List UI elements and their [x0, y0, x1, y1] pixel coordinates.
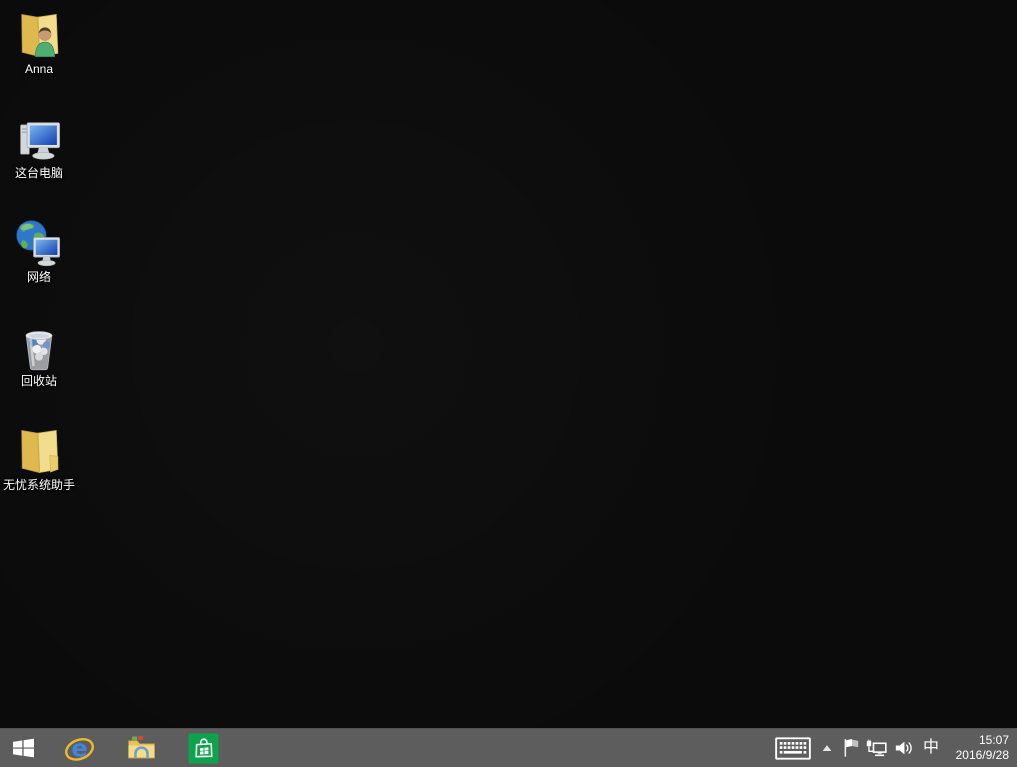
touch-keyboard-button[interactable]: [770, 729, 816, 767]
clock-time: 15:07: [979, 733, 1009, 748]
desktop-icon-label: 回收站: [21, 375, 57, 388]
network-status-button[interactable]: [863, 729, 890, 767]
this-pc-icon: [12, 112, 66, 166]
network-globe-icon: [12, 216, 66, 270]
windows-store-icon: [188, 733, 219, 764]
desktop-icon-label: 网络: [27, 271, 51, 284]
start-button[interactable]: [0, 729, 48, 767]
network-icon: [865, 739, 888, 758]
clock[interactable]: 15:07 2016/9/28: [945, 729, 1011, 767]
desktop-icon-label: Anna: [25, 63, 53, 76]
show-hidden-icons-button[interactable]: [816, 729, 838, 767]
desktop-icon-anna[interactable]: Anna: [0, 8, 78, 76]
desktop-icon-wuyou-folder[interactable]: 无忧系统助手: [0, 424, 78, 492]
taskbar-store-button[interactable]: [172, 729, 234, 767]
desktop-icon-this-pc[interactable]: 这台电脑: [0, 112, 78, 180]
clock-date: 2016/9/28: [956, 748, 1009, 763]
windows-logo-icon: [10, 735, 37, 761]
speaker-icon: [894, 739, 914, 757]
taskbar-app-area: e: [0, 729, 234, 767]
action-center-button[interactable]: [838, 729, 863, 767]
recycle-bin-icon: [12, 320, 66, 374]
desktop-icon-network[interactable]: 网络: [0, 216, 78, 284]
taskbar-internet-explorer-button[interactable]: e: [48, 729, 110, 767]
taskbar-file-explorer-button[interactable]: [110, 729, 172, 767]
ime-indicator-button[interactable]: 中: [917, 729, 945, 767]
user-folder-icon: [12, 8, 66, 62]
desktop-icon-label: 无忧系统助手: [3, 479, 75, 492]
file-explorer-icon: [126, 733, 157, 764]
desktop[interactable]: Anna 这台电脑: [0, 0, 1017, 767]
volume-button[interactable]: [890, 729, 917, 767]
taskbar: e: [0, 728, 1017, 767]
svg-text:e: e: [71, 734, 87, 762]
desktop-icon-recycle-bin[interactable]: 回收站: [0, 320, 78, 388]
ime-language-label: 中: [923, 740, 939, 756]
flag-icon: [842, 737, 860, 759]
internet-explorer-icon: e: [64, 733, 95, 764]
folder-icon: [12, 424, 66, 478]
keyboard-icon: [775, 737, 811, 760]
chevron-up-icon: [821, 743, 833, 753]
system-tray: 中 15:07 2016/9/28: [770, 729, 1017, 767]
desktop-icon-label: 这台电脑: [15, 167, 63, 180]
